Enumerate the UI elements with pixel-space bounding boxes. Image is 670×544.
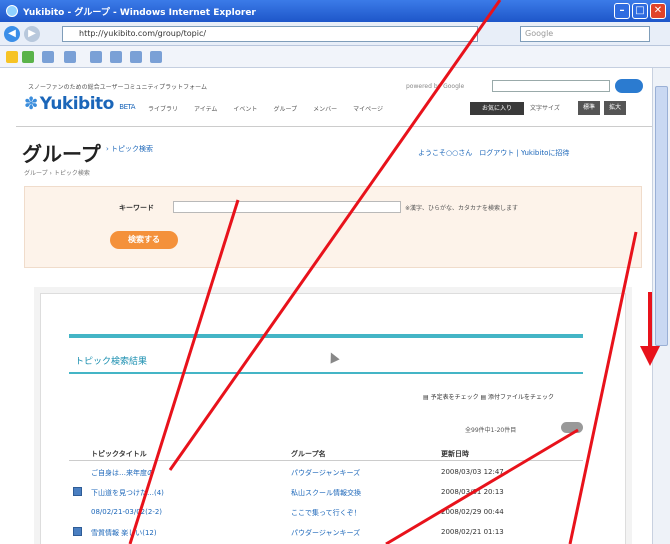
topic-title-link[interactable]: 雪質情報 楽しい(12)	[91, 528, 157, 538]
vertical-scrollbar[interactable]	[652, 68, 670, 544]
topic-icon	[73, 527, 82, 536]
powered-by-label: powered by Google	[406, 83, 465, 90]
window-title: Yukibito - グループ - Windows Internet Explo…	[23, 7, 256, 18]
updated-date: 2008/02/29 00:44	[441, 508, 504, 516]
url-input[interactable]: http://yukibito.com/group/topic/	[62, 26, 478, 42]
welcome-links[interactable]: ようこそ○○さん ログアウト | Yukibitoに招待	[418, 148, 569, 158]
page-icon[interactable]	[110, 51, 122, 63]
window-controls: – □ ✕	[614, 3, 666, 19]
font-size-label: 文字サイズ	[530, 105, 560, 112]
search-panel: キーワード ※漢字、ひらがな、カタカナを検索します 検索する	[24, 186, 642, 268]
updated-date: 2008/03/01 20:13	[441, 488, 504, 496]
site-tagline: スノーファンのための総合ユーザーコミュニティプラットフォーム	[28, 84, 207, 91]
results-top-bar	[69, 334, 583, 338]
snowflake-icon: ✽	[24, 94, 38, 114]
nav-members[interactable]: メンバー	[313, 104, 337, 113]
page-content: スノーファンのための総合ユーザーコミュニティプラットフォーム ✽ Yukibito…	[16, 68, 652, 544]
tabs-icon[interactable]	[42, 51, 54, 63]
maximize-button[interactable]: □	[632, 3, 648, 19]
table-row[interactable]: 下山道を見つけた…(4) 私山スクール情報交換 2008/03/01 20:13	[69, 484, 583, 502]
font-size-normal-button[interactable]: 標準	[578, 101, 600, 115]
keyword-note: ※漢字、ひらがな、カタカナを検索します	[405, 205, 519, 212]
table-row[interactable]: 雪質情報 楽しい(12) パウダージャンキーズ 2008/02/21 01:13	[69, 524, 583, 542]
header-divider	[16, 126, 652, 127]
keyword-label: キーワード	[119, 204, 154, 212]
home-icon[interactable]	[64, 51, 76, 63]
group-name-link[interactable]: パウダージャンキーズ	[291, 468, 360, 478]
results-heading: トピック検索結果	[75, 357, 148, 367]
column-header-group[interactable]: グループ名	[291, 449, 326, 459]
font-size-large-button[interactable]: 拡大	[604, 101, 626, 115]
nav-groups[interactable]: グループ	[273, 104, 297, 113]
command-bar	[0, 46, 670, 68]
updated-date: 2008/02/21 01:13	[441, 528, 504, 536]
nav-events[interactable]: イベント	[233, 104, 257, 113]
topic-title-link[interactable]: 08/02/21-03/02(2-2)	[91, 508, 162, 516]
favorites-star-icon[interactable]	[6, 51, 18, 63]
tools-icon[interactable]	[130, 51, 142, 63]
favorites-button[interactable]: お気に入り	[470, 102, 524, 115]
header-rule	[69, 460, 583, 461]
breadcrumb[interactable]: グループ › トピック検索	[24, 168, 90, 177]
add-favorite-icon[interactable]	[22, 51, 34, 63]
close-button[interactable]: ✕	[650, 3, 666, 19]
table-row[interactable]: 08/02/21-03/02(2-2) ここで集って行くぞ！ 2008/02/29 …	[69, 504, 583, 522]
minimize-button[interactable]: –	[614, 3, 630, 19]
column-header-title[interactable]: トピックタイトル	[91, 449, 147, 459]
ie-icon	[6, 5, 18, 17]
results-panel: トピック検索結果 ▤ 予定表をチェック ▤ 添付ファイルをチェック 全99件中1…	[40, 293, 626, 544]
nav-items[interactable]: アイテム	[194, 104, 217, 113]
topic-title-link[interactable]: 下山道を見つけた…(4)	[91, 488, 164, 498]
search-button[interactable]: 検索する	[110, 231, 178, 249]
site-search-button[interactable]	[615, 79, 643, 93]
rss-links[interactable]: ▤ 予定表をチェック ▤ 添付ファイルをチェック	[423, 392, 554, 401]
group-name-link[interactable]: ここで集って行くぞ！	[291, 508, 361, 518]
column-header-date[interactable]: 更新日時	[441, 449, 469, 459]
table-row[interactable]: ご自身は…来年度の パウダージャンキーズ 2008/03/03 12:47	[69, 464, 583, 482]
forward-icon[interactable]: ▶	[24, 25, 40, 42]
results-heading-underline	[69, 372, 583, 374]
site-search-input[interactable]	[492, 80, 610, 92]
pager-button[interactable]	[561, 422, 583, 433]
group-name-link[interactable]: 私山スクール情報交換	[291, 488, 361, 498]
nav-library[interactable]: ライブラリ	[148, 104, 178, 113]
back-icon[interactable]: ◀	[4, 25, 20, 42]
help-icon[interactable]	[150, 51, 162, 63]
address-bar: ◀ ▶ http://yukibito.com/group/topic/ Goo…	[0, 22, 670, 46]
window-titlebar: Yukibito - グループ - Windows Internet Explo…	[0, 0, 670, 22]
browser-search-input[interactable]: Google	[520, 26, 650, 42]
topic-title-link[interactable]: ご自身は…来年度の	[91, 468, 154, 478]
updated-date: 2008/03/03 12:47	[441, 468, 504, 476]
scrollbar-thumb[interactable]	[655, 86, 668, 346]
group-name-link[interactable]: パウダージャンキーズ	[291, 528, 360, 538]
site-logo[interactable]: ✽ Yukibito BETA	[24, 94, 136, 114]
result-count: 全99件中1-20件目	[465, 427, 517, 434]
print-icon[interactable]	[90, 51, 102, 63]
page-title: グループ	[22, 142, 101, 166]
topic-icon	[73, 487, 82, 496]
nav-mypage[interactable]: マイページ	[353, 104, 383, 113]
page-subtitle: › トピック検索	[106, 145, 154, 153]
site-nav: ライブラリ アイテム イベント グループ メンバー マイページ	[148, 104, 383, 113]
keyword-input[interactable]	[173, 201, 401, 213]
